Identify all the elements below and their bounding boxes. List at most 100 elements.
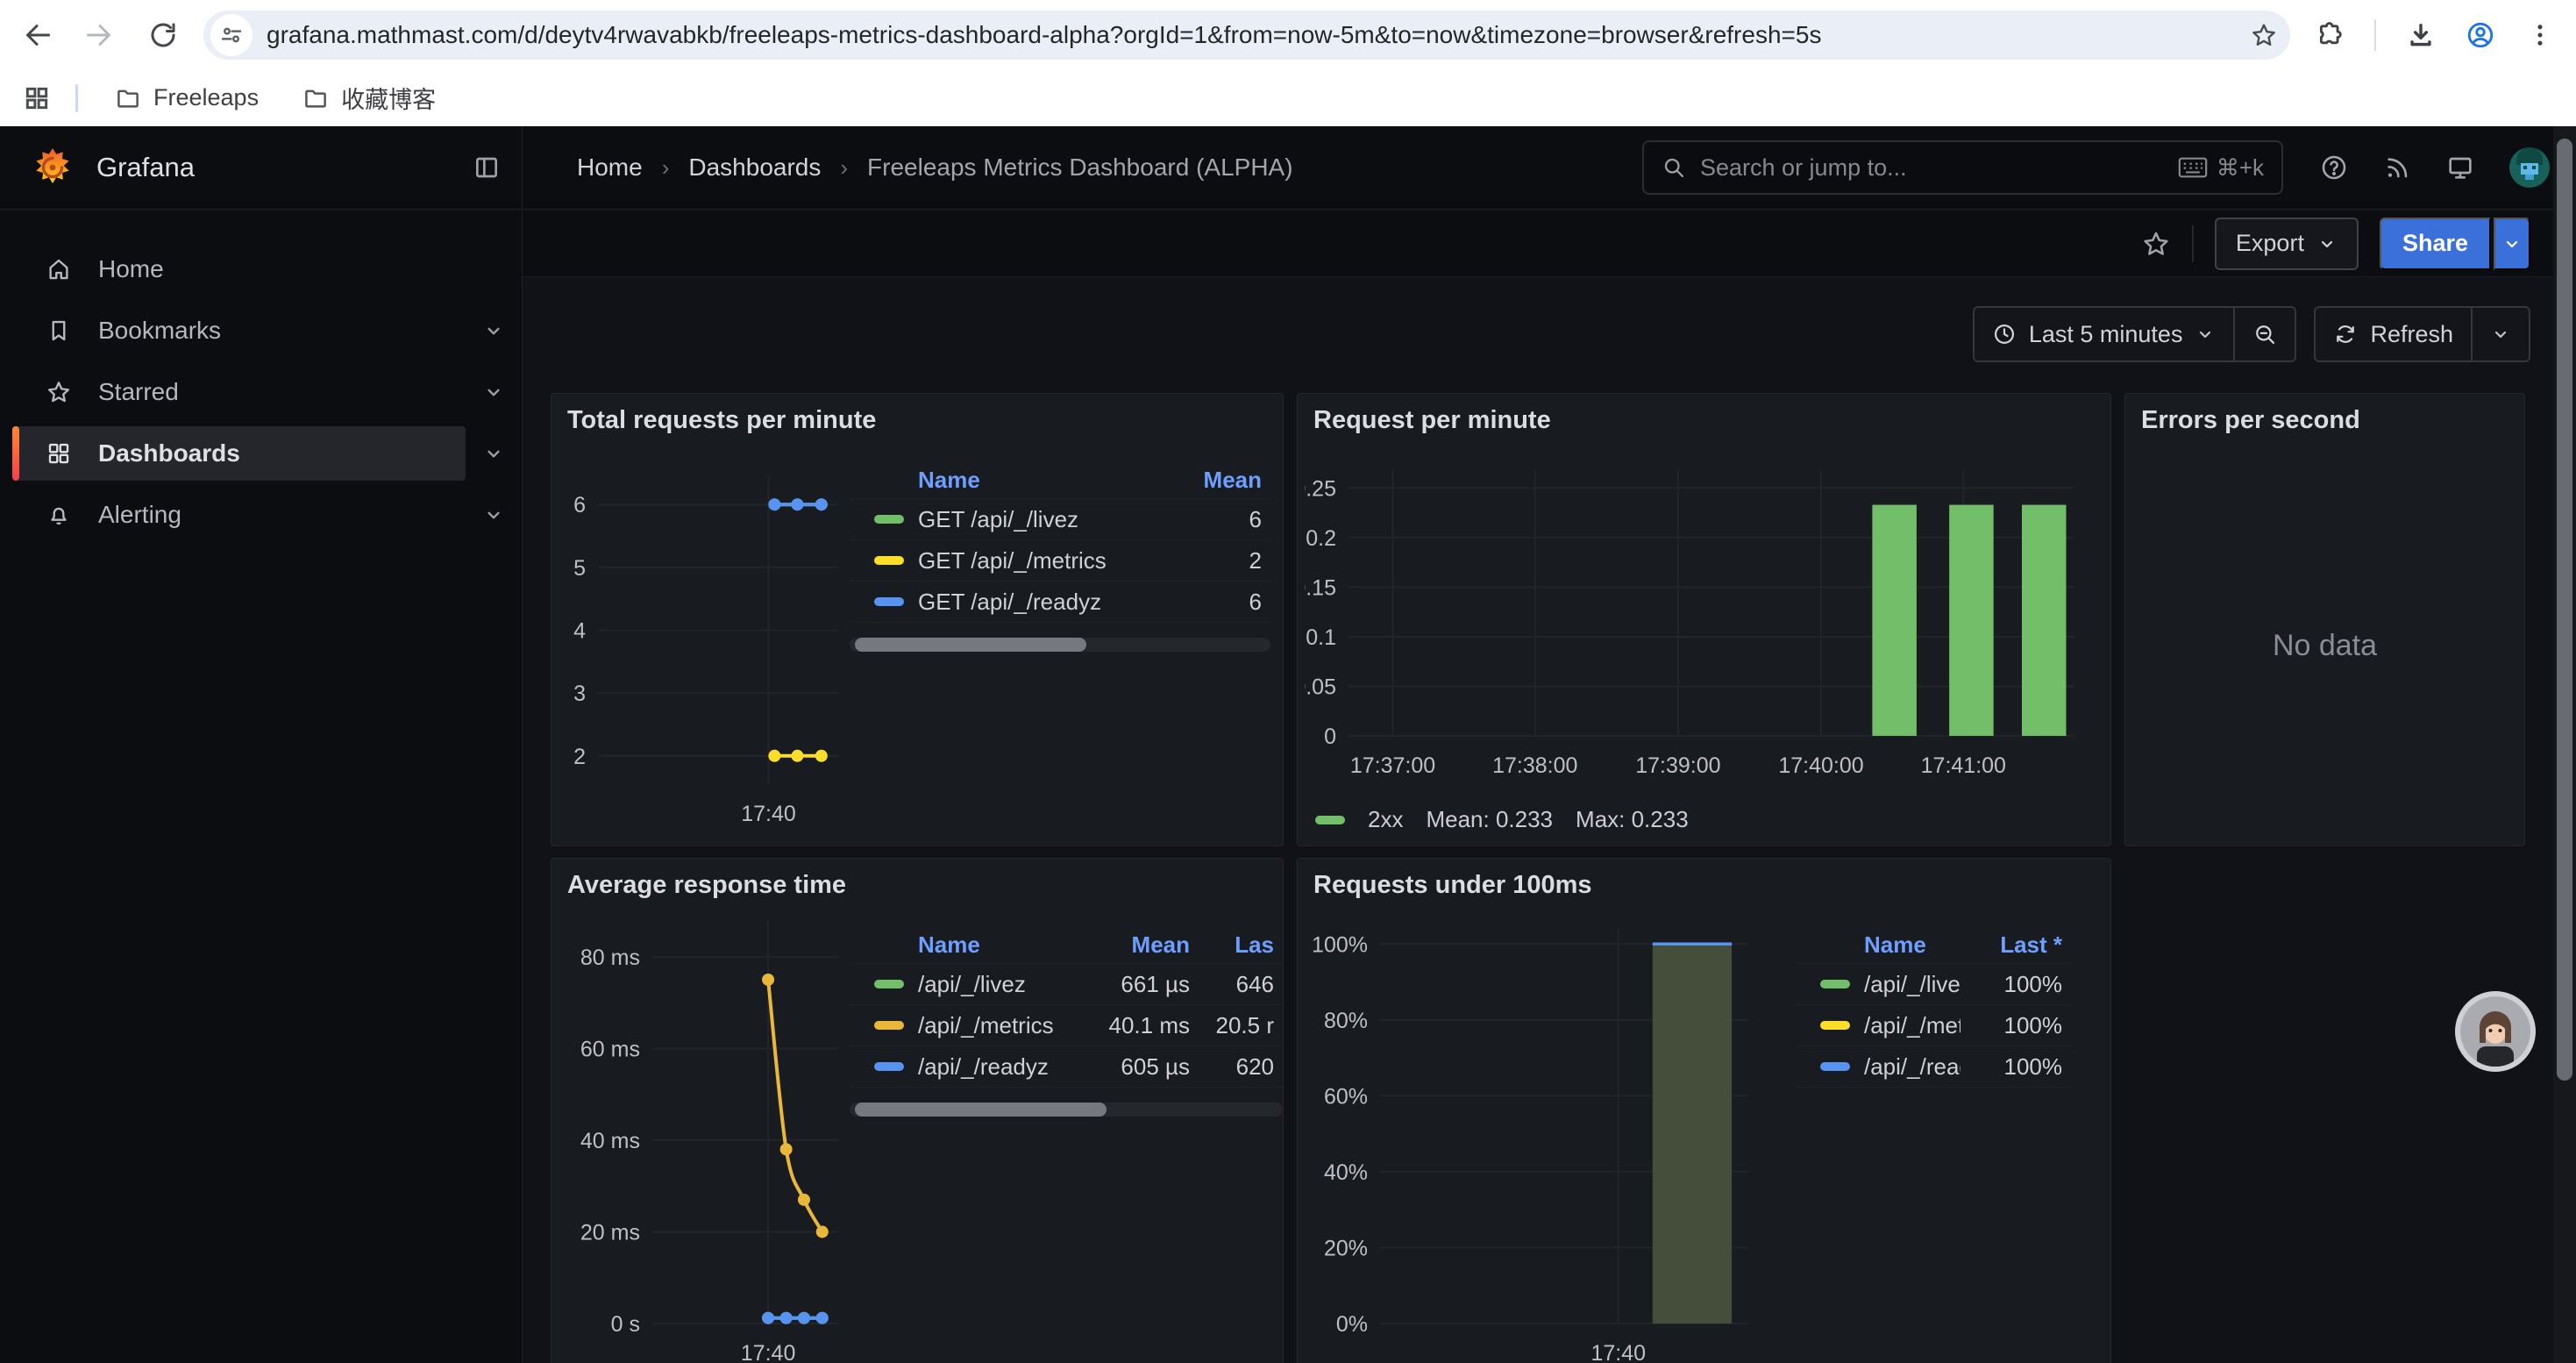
legend-column[interactable]: Mean (1130, 467, 1270, 494)
forward-icon[interactable] (75, 11, 125, 60)
legend-column[interactable]: Name (850, 467, 1130, 494)
sidebar-item-bookmarks[interactable]: Bookmarks (12, 303, 466, 358)
svg-text:17:38:00: 17:38:00 (1492, 753, 1577, 778)
bookmark-folder-blogs[interactable]: 收藏博客 (288, 73, 450, 123)
panel-title[interactable]: Request per minute (1313, 406, 1551, 435)
sidebar-item-alerting[interactable]: Alerting (12, 488, 466, 542)
bookmark-label: 收藏博客 (341, 81, 436, 115)
series-swatch (874, 597, 904, 606)
svg-text:100%: 100% (1312, 932, 1368, 957)
refresh-interval-button[interactable] (2473, 308, 2529, 360)
back-icon[interactable] (12, 11, 61, 60)
reload-icon[interactable] (139, 11, 188, 60)
alerting-icon (46, 502, 72, 528)
time-range-label: Last 5 minutes (2029, 321, 2183, 348)
legend-column[interactable]: Las (1199, 931, 1283, 959)
svg-text:60%: 60% (1324, 1084, 1368, 1109)
refresh-button[interactable]: Refresh (2316, 308, 2471, 360)
svg-text:0.25: 0.25 (1305, 476, 1336, 501)
legend-scrollbar-thumb[interactable] (855, 1103, 1107, 1117)
breadcrumb-home[interactable]: Home (577, 153, 643, 182)
toolbar-divider (2374, 19, 2376, 51)
chevron-down-icon[interactable] (466, 365, 522, 419)
legend-series[interactable]: /api/_/livez (1796, 971, 1960, 998)
legend-value: 100% (1960, 1053, 2071, 1081)
panel-title[interactable]: Errors per second (2141, 406, 2360, 435)
chevron-down-icon[interactable] (466, 426, 522, 481)
help-icon[interactable] (2320, 153, 2348, 182)
breadcrumb-separator: › (662, 154, 670, 182)
legend-row: /api/_/metrics40.1 ms20.5 r (850, 1005, 1283, 1046)
search-input[interactable] (1700, 154, 2164, 182)
time-series-chart[interactable]: 80 ms60 ms40 ms20 ms0 s17:40 (559, 911, 865, 1363)
svg-text:17:40: 17:40 (741, 802, 796, 826)
sidebar-item-starred[interactable]: Starred (12, 365, 466, 419)
profile-icon[interactable] (2466, 20, 2495, 50)
legend-series[interactable]: /api/_/metrics (850, 1012, 1067, 1039)
sidebar-toggle-icon[interactable] (473, 153, 501, 182)
legend-series[interactable]: /api/_/readyz (850, 1053, 1067, 1081)
legend-series[interactable]: GET /api/_/readyz (850, 589, 1130, 616)
chevron-down-icon[interactable] (466, 488, 522, 542)
legend-series[interactable]: /api/_/livez (850, 971, 1067, 998)
export-button[interactable]: Export (2215, 218, 2359, 270)
breadcrumb-dashboards[interactable]: Dashboards (688, 153, 821, 182)
time-range-picker[interactable]: Last 5 minutes (1975, 308, 2234, 360)
news-rss-icon[interactable] (2383, 153, 2411, 182)
legend-column[interactable]: Name (1796, 931, 1960, 959)
legend-series[interactable]: /api/_/readyz (1796, 1053, 1960, 1081)
legend-column[interactable]: Last * (1960, 931, 2071, 959)
legend-value: 20.5 r (1199, 1012, 1283, 1039)
panel-title[interactable]: Average response time (567, 871, 846, 900)
user-avatar[interactable] (2509, 147, 2550, 188)
assistant-avatar[interactable] (2454, 990, 2537, 1073)
legend-column[interactable]: Mean (1067, 931, 1199, 959)
panel-title[interactable]: Total requests per minute (567, 406, 876, 435)
home-icon (46, 256, 72, 282)
grafana-logo[interactable] (32, 146, 74, 189)
download-icon[interactable] (2406, 20, 2436, 50)
page-scrollbar[interactable] (2553, 126, 2576, 1363)
bookmark-star-icon[interactable] (2250, 21, 2278, 49)
url-bar[interactable]: grafana.mathmast.com/d/deytv4rwavabkb/fr… (203, 11, 2290, 60)
time-range-group: Last 5 minutes (1973, 306, 2297, 362)
svg-text:0 s: 0 s (611, 1312, 640, 1337)
sidebar-item-home[interactable]: Home (12, 242, 466, 296)
url-text[interactable]: grafana.mathmast.com/d/deytv4rwavabkb/fr… (267, 21, 2250, 49)
monitor-icon[interactable] (2446, 153, 2474, 182)
export-label: Export (2236, 230, 2304, 257)
legend-series[interactable]: 2xx (1368, 806, 1403, 833)
site-info-icon[interactable] (210, 14, 253, 56)
no-data-message: No data (2125, 629, 2524, 663)
svg-text:40 ms: 40 ms (580, 1129, 640, 1153)
refresh-label: Refresh (2370, 321, 2453, 348)
legend-scrollbar[interactable] (850, 1103, 1283, 1117)
zoom-out-button[interactable] (2235, 308, 2295, 360)
actions-divider (2192, 225, 2194, 262)
panel-title[interactable]: Requests under 100ms (1313, 871, 1592, 900)
menu-icon[interactable] (2525, 20, 2555, 50)
share-menu-button[interactable] (2494, 218, 2530, 270)
star-dashboard-icon[interactable] (2141, 229, 2171, 259)
legend-series[interactable]: GET /api/_/livez (850, 506, 1130, 533)
legend-series[interactable]: /api/_/metrics (1796, 1012, 1960, 1039)
legend-scrollbar[interactable] (850, 638, 1270, 652)
panel-legend: 2xx Mean: 0.233 Max: 0.233 (1315, 806, 1689, 833)
extensions-icon[interactable] (2315, 20, 2345, 50)
time-series-chart[interactable]: 6543217:40 (557, 446, 859, 837)
bookmark-folder-freeleaps[interactable]: Freeleaps (101, 76, 273, 119)
brand-title[interactable]: Grafana (96, 152, 195, 183)
legend-header: NameMeanLas (850, 927, 1283, 964)
legend-column[interactable]: Name (850, 931, 1067, 959)
sidebar-item-dashboards[interactable]: Dashboards (12, 426, 466, 481)
legend-series[interactable]: GET /api/_/metrics (850, 547, 1130, 574)
bar-chart[interactable]: 0.250.20.150.10.05017:37:0017:38:0017:39… (1305, 446, 2098, 802)
share-button[interactable]: Share (2380, 218, 2491, 270)
chevron-down-icon[interactable] (466, 303, 522, 358)
apps-grid-icon[interactable] (23, 84, 51, 112)
search-input-wrapper[interactable]: ⌘+k (1642, 140, 2283, 195)
scrollbar-thumb[interactable] (2557, 139, 2572, 1081)
svg-text:0.05: 0.05 (1305, 674, 1336, 699)
area-chart[interactable]: 100%80%60%40%20%0%17:40 (1310, 911, 1766, 1363)
legend-scrollbar-thumb[interactable] (855, 638, 1086, 652)
